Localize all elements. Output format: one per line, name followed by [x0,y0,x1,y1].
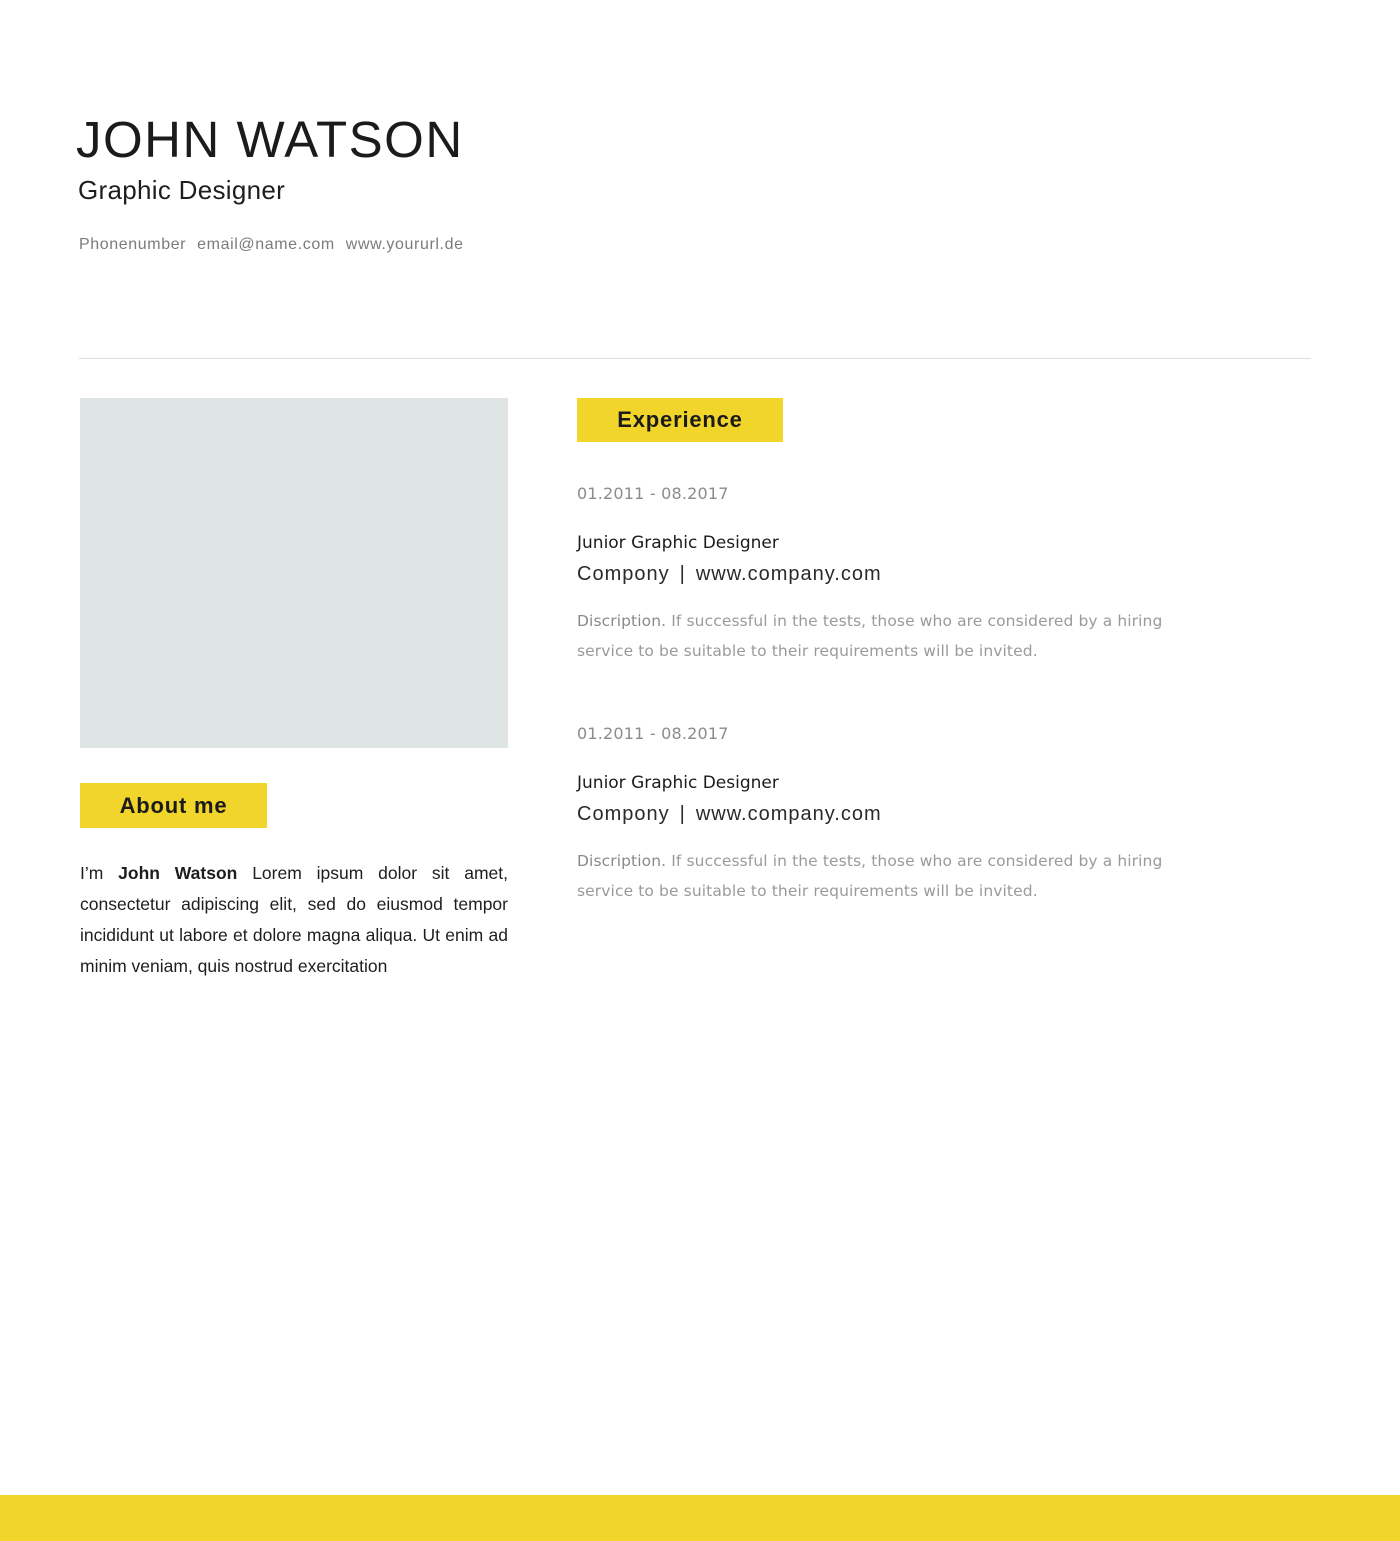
resume-role: Graphic Designer [78,175,286,205]
resume-name: JOHN WATSON [76,111,464,168]
about-heading: About me [80,783,267,828]
about-intro: I’m [80,863,104,883]
header-divider [79,358,1311,359]
contact-line: Phonenumber email@name.com www.yoururl.d… [79,236,470,254]
contact-url[interactable]: www.yoururl.de [346,236,464,253]
experience-company: Compony | www.company.com [577,561,882,587]
description-label: Discription. [577,852,667,870]
experience-company: Compony | www.company.com [577,801,882,827]
experience-heading: Experience [577,398,783,442]
experience-item: 01.2011 - 08.2017 Junior Graphic Designe… [577,482,1217,660]
experience-description: Discription. If successful in the tests,… [577,846,1217,906]
company-name: Compony [577,803,670,825]
about-name: John Watson [118,863,238,883]
experience-title: Junior Graphic Designer [577,533,779,553]
about-text: I’m John Watson Lorem ipsum dolor sit am… [80,858,508,982]
experience-period: 01.2011 - 08.2017 [577,724,729,743]
contact-email[interactable]: email@name.com [197,236,335,253]
contact-phone: Phonenumber [79,236,187,253]
footer-accent-bar [0,1495,1400,1541]
company-url[interactable]: www.company.com [696,803,882,825]
company-separator: | [679,803,686,825]
experience-item: 01.2011 - 08.2017 Junior Graphic Designe… [577,722,1217,900]
experience-description: Discription. If successful in the tests,… [577,606,1217,666]
profile-photo-placeholder [80,398,508,748]
experience-period: 01.2011 - 08.2017 [577,484,729,503]
company-separator: | [679,563,686,585]
description-label: Discription. [577,612,667,630]
company-url[interactable]: www.company.com [696,563,882,585]
company-name: Compony [577,563,670,585]
experience-title: Junior Graphic Designer [577,773,779,793]
